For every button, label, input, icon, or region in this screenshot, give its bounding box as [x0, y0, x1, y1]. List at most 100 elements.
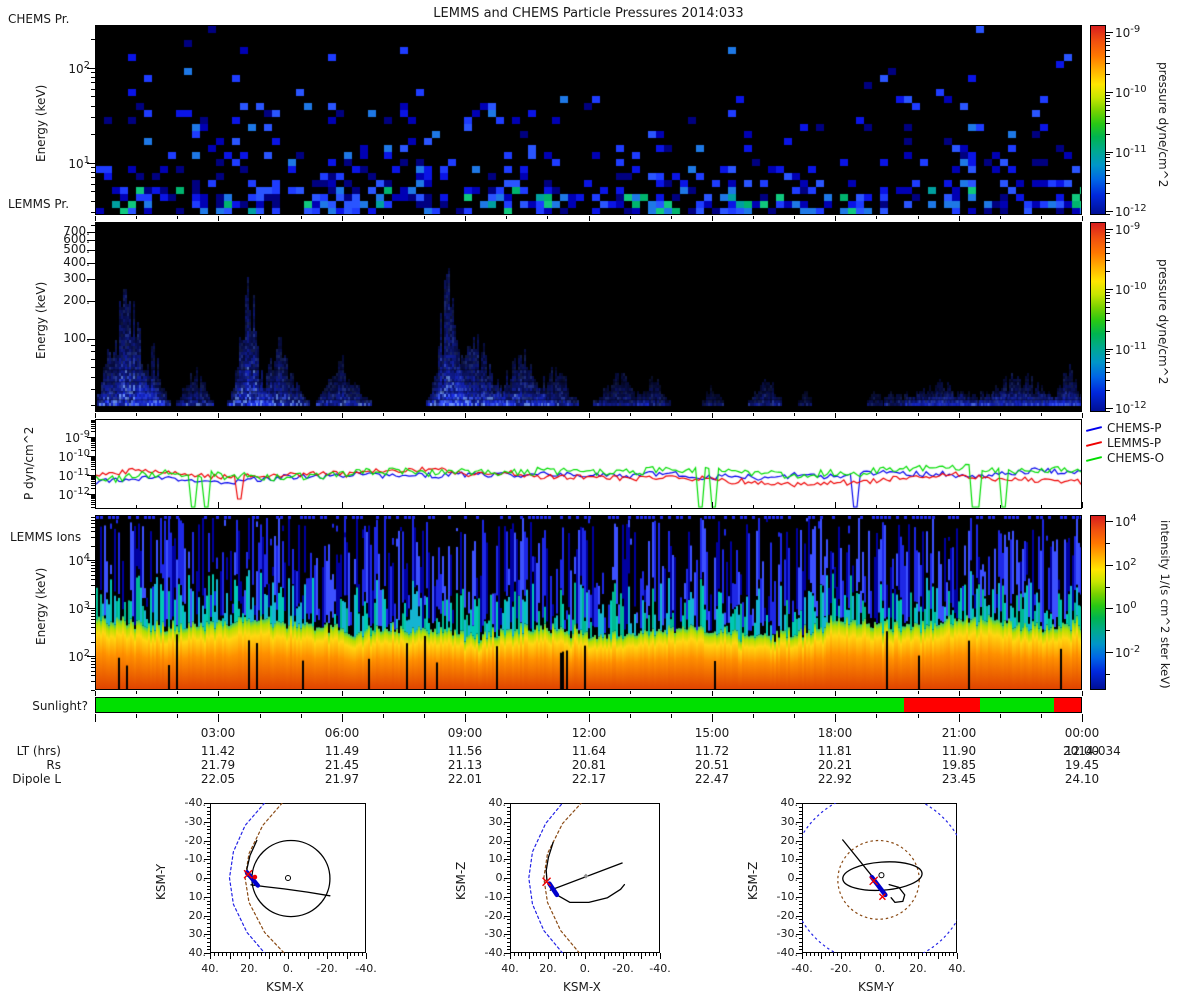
panel-bottom-tick: [1041, 413, 1042, 416]
panel-bottom-tick: [383, 413, 384, 416]
panel-bottom-tick: [342, 691, 343, 696]
cb2-tick: [1106, 349, 1113, 350]
panel-bottom-tick: [753, 216, 754, 219]
cb2-tick: [1106, 390, 1110, 391]
p4-y-tick: [91, 616, 95, 617]
panel-bottom-tick: [712, 691, 713, 696]
orbit-shape: [545, 841, 554, 881]
p2-y-tick: [91, 359, 95, 360]
orbit-x-tick: [953, 953, 954, 956]
cb4-tick: [1106, 630, 1110, 631]
cb1-tick-label: 10-10: [1115, 84, 1147, 100]
cb1-tick: [1106, 63, 1110, 64]
orbit-x-tick: [814, 953, 815, 956]
panel-bottom-tick: [918, 413, 919, 416]
orbit-x-tick: [269, 953, 270, 959]
panel-bottom-tick: [589, 216, 590, 221]
orbit-y-tick: [507, 931, 510, 932]
cb2-tick: [1106, 408, 1113, 409]
panel-bottom-tick: [1000, 413, 1001, 416]
orbit-y-tick: [207, 904, 210, 905]
orbit-y-tick: [507, 844, 510, 845]
pressure-plot-bottom-tick: [589, 502, 590, 508]
orbit-y-tick: [507, 949, 510, 950]
hour-tick: [712, 714, 713, 722]
orbit-shape: [284, 874, 292, 882]
orbit-y-tick: [507, 814, 510, 815]
p1-y-tick: [91, 177, 95, 178]
panel-bottom-tick: [876, 691, 877, 694]
p4-y-tick: [91, 671, 95, 672]
p1-y-tick: [91, 191, 95, 192]
orbit-x-tick: [619, 953, 620, 956]
time-label: 03:00: [200, 726, 236, 740]
orbit-y-tick: [799, 938, 802, 939]
hour-tick: [136, 714, 137, 718]
orbit-x-tick: [233, 953, 234, 956]
orbit-y-tick-label: 20.: [488, 834, 507, 847]
legend-label-CHEMS-O: CHEMS-O: [1107, 451, 1165, 465]
sunlight-label: Sunlight?: [32, 699, 88, 713]
ephemeris-value: 19.85: [941, 758, 977, 772]
cb2-tick: [1106, 372, 1110, 373]
p3-y-tick: [91, 426, 95, 427]
orbit-y-tick: [507, 946, 510, 947]
legend-swatch-LEMMS-P: [1085, 441, 1103, 447]
orbit-x-tick: [276, 953, 277, 956]
cb1-tick-label: 10-11: [1115, 144, 1147, 160]
orbit-x-tick: [856, 953, 857, 956]
p3-y-tick: [91, 500, 95, 501]
orbit-y-tick: [507, 889, 510, 890]
orbit-x-tick: [887, 953, 888, 956]
p2-y-tick: [91, 377, 95, 378]
orbit-y-tick: [799, 856, 802, 857]
orbit-y-tick-label: -30.: [776, 927, 798, 940]
page-title: LEMMS and CHEMS Particle Pressures 2014:…: [433, 6, 744, 21]
panel-bottom-tick: [959, 691, 960, 696]
ephemeris-row-label: Dipole L: [12, 772, 61, 786]
ephemeris-value: 22.92: [817, 772, 853, 786]
orbit-x-tick: [818, 953, 819, 956]
p3-y-tick: [91, 447, 95, 448]
orbit-x-tick: [265, 953, 266, 956]
orbit-y-tick-label: -10.: [184, 852, 206, 865]
cb1-tick: [1106, 123, 1110, 124]
cb2-tick: [1106, 271, 1110, 272]
orbit-x-tick: [907, 953, 908, 956]
panel-bottom-tick: [712, 216, 713, 221]
legend-label-CHEMS-P: CHEMS-P: [1107, 421, 1162, 435]
p3-y-tick-label: 10-11: [58, 467, 90, 483]
orbit-y-tick: [799, 814, 802, 815]
panel-bottom-tick: [671, 216, 672, 219]
orbit-y-tick: [207, 818, 210, 819]
p3-y-tick: [91, 488, 95, 489]
hour-tick: [465, 714, 466, 722]
orbit-x-tick: [615, 953, 616, 956]
cb1-tick: [1106, 161, 1110, 162]
panel-bottom-tick: [383, 216, 384, 219]
cb1-tick: [1106, 165, 1110, 166]
cb4-tick: [1106, 543, 1110, 544]
orbit-y-tick: [799, 807, 802, 808]
orbit-x-tick: [868, 953, 869, 956]
orbit-x-tick: [911, 953, 912, 956]
p4-y-tick: [91, 623, 95, 624]
hour-tick: [876, 714, 877, 718]
ephemeris-value: 24.10: [1064, 772, 1100, 786]
end-date-label: 2014-034: [1063, 744, 1121, 758]
orbit-x-tick: [339, 953, 340, 956]
orbit-x-tick: [802, 953, 803, 959]
orbit-y-tick: [207, 919, 210, 920]
pressure-plot-bottom-tick: [342, 502, 343, 508]
orbit-y-tick: [799, 893, 802, 894]
p1-y-tick: [91, 201, 95, 202]
orbit-x-tick: [218, 953, 219, 956]
orbit-x-tick: [510, 953, 511, 959]
cb1-tick: [1106, 32, 1113, 33]
cb2-tick: [1106, 292, 1110, 293]
orbit-y-tick: [799, 826, 802, 827]
panel-bottom-tick: [1041, 691, 1042, 694]
orbit-x-tick: [354, 953, 355, 956]
orbit-plot-orbit_yz: [802, 803, 957, 953]
orbit-x-tick: [222, 953, 223, 956]
